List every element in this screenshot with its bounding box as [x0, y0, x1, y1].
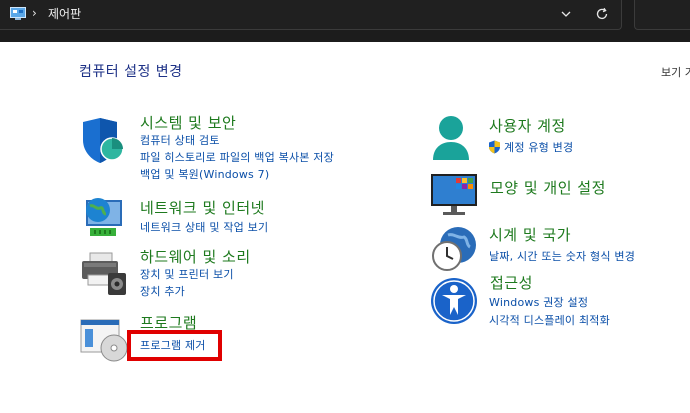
link-optimize-visual-display[interactable]: 시각적 디스플레이 최적화	[489, 314, 610, 328]
link-backup-restore[interactable]: 백업 및 복원(Windows 7)	[140, 168, 269, 182]
category-title-appearance[interactable]: 모양 및 개인 설정	[490, 179, 606, 197]
refresh-icon[interactable]	[595, 7, 609, 21]
monitor-icon[interactable]	[430, 172, 478, 216]
link-change-account-type[interactable]: 계정 유형 변경	[504, 141, 573, 155]
breadcrumb-separator: ›	[32, 6, 37, 20]
category-title-network-internet[interactable]: 네트워크 및 인터넷	[140, 199, 265, 217]
uac-shield-icon	[489, 140, 500, 154]
category-title-ease-of-access[interactable]: 접근성	[490, 274, 533, 292]
category-title-system-security[interactable]: 시스템 및 보안	[140, 114, 236, 132]
link-devices-printers[interactable]: 장치 및 프린터 보기	[140, 268, 234, 282]
chevron-down-icon[interactable]	[560, 8, 572, 20]
category-title-hardware-sound[interactable]: 하드웨어 및 소리	[140, 248, 251, 266]
control-panel-icon	[10, 7, 26, 20]
accessibility-icon[interactable]	[430, 277, 478, 325]
printer-icon[interactable]	[80, 251, 130, 297]
page-title: 컴퓨터 설정 변경	[79, 64, 183, 80]
program-disc-icon[interactable]	[80, 318, 128, 362]
link-review-computer-status[interactable]: 컴퓨터 상태 검토	[140, 134, 220, 148]
link-windows-recommended-settings[interactable]: Windows 권장 설정	[489, 296, 588, 310]
highlight-box	[127, 330, 222, 361]
category-title-user-accounts[interactable]: 사용자 계정	[489, 117, 566, 135]
link-network-status-tasks[interactable]: 네트워크 상태 및 작업 보기	[140, 221, 268, 235]
network-globe-icon[interactable]	[80, 194, 126, 242]
search-box[interactable]	[634, 0, 690, 30]
clock-globe-icon[interactable]	[430, 225, 478, 273]
shield-icon[interactable]	[80, 116, 126, 166]
address-bar[interactable]: › 제어판	[0, 0, 622, 30]
link-change-date-time-format[interactable]: 날짜, 시간 또는 숫자 형식 변경	[489, 250, 635, 264]
user-icon[interactable]	[430, 114, 472, 164]
title-bar: › 제어판	[0, 0, 690, 42]
view-by-dropdown[interactable]: 보기 기	[661, 66, 690, 80]
link-add-device[interactable]: 장치 추가	[140, 285, 185, 299]
link-file-history-backup[interactable]: 파일 히스토리로 파일의 백업 복사본 저장	[140, 151, 334, 165]
category-title-clock-region[interactable]: 시계 및 국가	[489, 226, 571, 244]
breadcrumb-control-panel[interactable]: 제어판	[48, 6, 81, 22]
